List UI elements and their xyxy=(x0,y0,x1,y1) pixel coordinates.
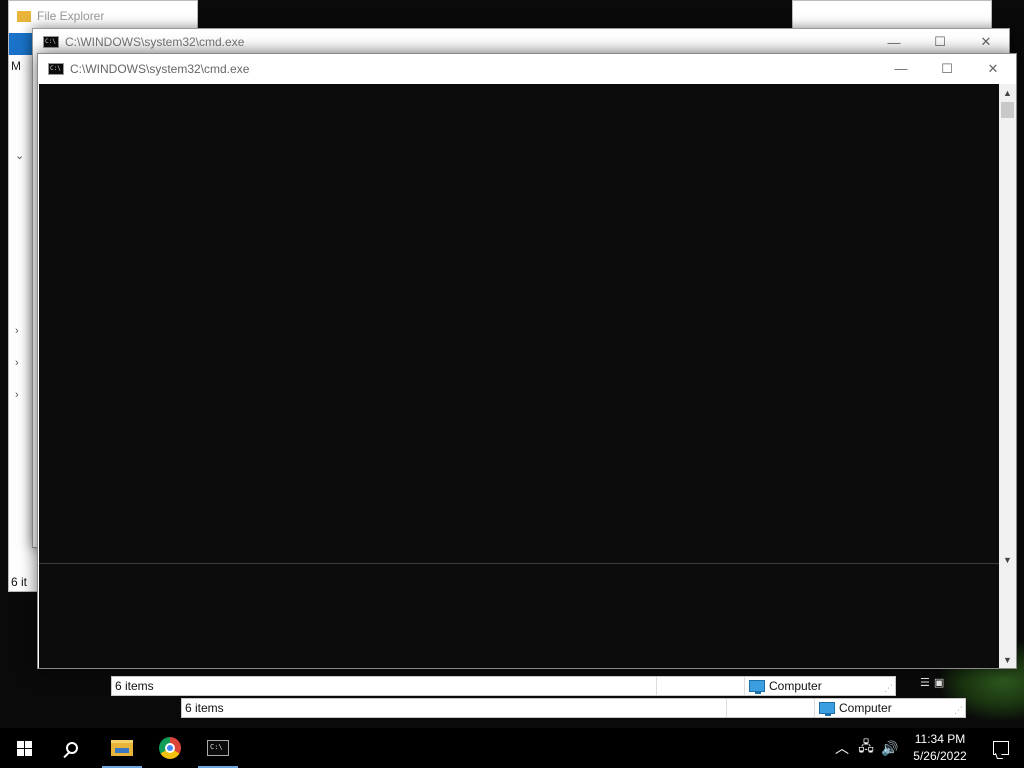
explorer-window-background-right[interactable] xyxy=(792,0,992,30)
chevron-right-icon[interactable]: › xyxy=(15,389,19,401)
status-item-count: 6 items xyxy=(182,699,727,717)
resize-grip-icon[interactable]: ⋰ xyxy=(954,705,963,716)
search-button[interactable] xyxy=(48,728,96,768)
status-location-label: Computer xyxy=(839,701,892,715)
ribbon-letter: M xyxy=(11,59,21,73)
action-center-button[interactable] xyxy=(978,728,1024,768)
network-icon[interactable]: 🖧 xyxy=(854,728,878,768)
view-toggle-group: ☰ ▣ xyxy=(920,676,944,689)
scroll-up-icon[interactable]: ▲ xyxy=(999,84,1016,101)
chevron-right-icon[interactable]: › xyxy=(15,357,19,369)
windows-logo-icon xyxy=(16,740,32,756)
folder-icon xyxy=(111,740,133,756)
close-button[interactable]: ✕ xyxy=(970,54,1016,83)
cmd-back-titlebar[interactable]: C:\ C:\WINDOWS\system32\cmd.exe xyxy=(33,29,1009,55)
status-separator xyxy=(727,699,815,717)
cmd-icon: C:\ xyxy=(48,62,64,75)
chrome-icon xyxy=(159,737,181,759)
system-tray: ︿ 🖧 🔊 11:34 PM 5/26/2022 xyxy=(830,728,1024,768)
maximize-button[interactable]: ☐ xyxy=(917,29,963,55)
computer-icon xyxy=(819,702,835,716)
status-separator xyxy=(657,677,745,695)
resize-grip-icon[interactable]: ⋰ xyxy=(884,683,893,694)
scroll-down-icon[interactable]: ▼ xyxy=(999,651,1016,668)
cmd-icon: C:\ xyxy=(207,740,229,756)
explorer-status-count: 6 it xyxy=(11,575,28,589)
scroll-thumb[interactable] xyxy=(1001,102,1014,118)
chevron-up-icon[interactable]: ︿ xyxy=(830,728,854,768)
console-divider xyxy=(39,563,999,564)
clock-date: 5/26/2022 xyxy=(913,749,967,763)
explorer-titlebar[interactable]: File Explorer xyxy=(9,1,197,31)
explorer-status-bar: 6 items Computer ⋰ xyxy=(181,698,966,718)
start-button[interactable] xyxy=(0,728,48,768)
cmd-front-title: C:\WINDOWS\system32\cmd.exe xyxy=(70,61,250,76)
status-location: Computer xyxy=(745,679,822,694)
large-icons-view-icon[interactable]: ▣ xyxy=(934,676,944,689)
cmd-front-titlebar[interactable]: C:\ C:\WINDOWS\system32\cmd.exe xyxy=(38,54,1016,83)
taskbar-chrome[interactable] xyxy=(146,728,194,768)
console-scrollbar[interactable]: ▲ ▼ ▼ xyxy=(999,84,1016,668)
explorer-status-bar: 6 items Computer ⋰ xyxy=(111,676,896,696)
clock-time: 11:34 PM xyxy=(914,732,966,746)
cmd-icon: C:\ xyxy=(43,36,59,48)
chevron-down-icon[interactable]: ⌄ xyxy=(15,149,24,162)
taskbar-clock[interactable]: 11:34 PM 5/26/2022 xyxy=(902,731,978,765)
taskbar-cmd[interactable]: C:\ xyxy=(194,728,242,768)
folder-icon xyxy=(17,10,31,22)
cmd-window-front[interactable]: C:\ C:\WINDOWS\system32\cmd.exe — ☐ ✕ ▲ … xyxy=(37,53,1017,669)
scroll-down-icon[interactable]: ▼ xyxy=(999,551,1016,568)
taskbar: C:\ ︿ 🖧 🔊 11:34 PM 5/26/2022 xyxy=(0,728,1024,768)
notification-icon xyxy=(993,741,1009,755)
status-location-label: Computer xyxy=(769,679,822,693)
status-location: Computer xyxy=(815,701,892,716)
minimize-button[interactable]: — xyxy=(878,54,924,83)
minimize-button[interactable]: — xyxy=(871,29,917,55)
explorer-title: File Explorer xyxy=(37,9,105,23)
cmd-back-controls: — ☐ ✕ xyxy=(871,29,1009,55)
status-item-count: 6 items xyxy=(112,677,657,695)
computer-icon xyxy=(749,680,765,694)
taskbar-file-explorer[interactable] xyxy=(98,728,146,768)
cmd-front-controls: — ☐ ✕ xyxy=(878,54,1016,83)
details-view-icon[interactable]: ☰ xyxy=(920,676,930,689)
maximize-button[interactable]: ☐ xyxy=(924,54,970,83)
chevron-right-icon[interactable]: › xyxy=(15,325,19,337)
volume-icon[interactable]: 🔊 xyxy=(878,728,902,768)
close-button[interactable]: ✕ xyxy=(963,29,1009,55)
console-output-area[interactable] xyxy=(39,84,999,668)
cmd-back-title: C:\WINDOWS\system32\cmd.exe xyxy=(65,35,245,49)
search-icon xyxy=(66,742,78,754)
